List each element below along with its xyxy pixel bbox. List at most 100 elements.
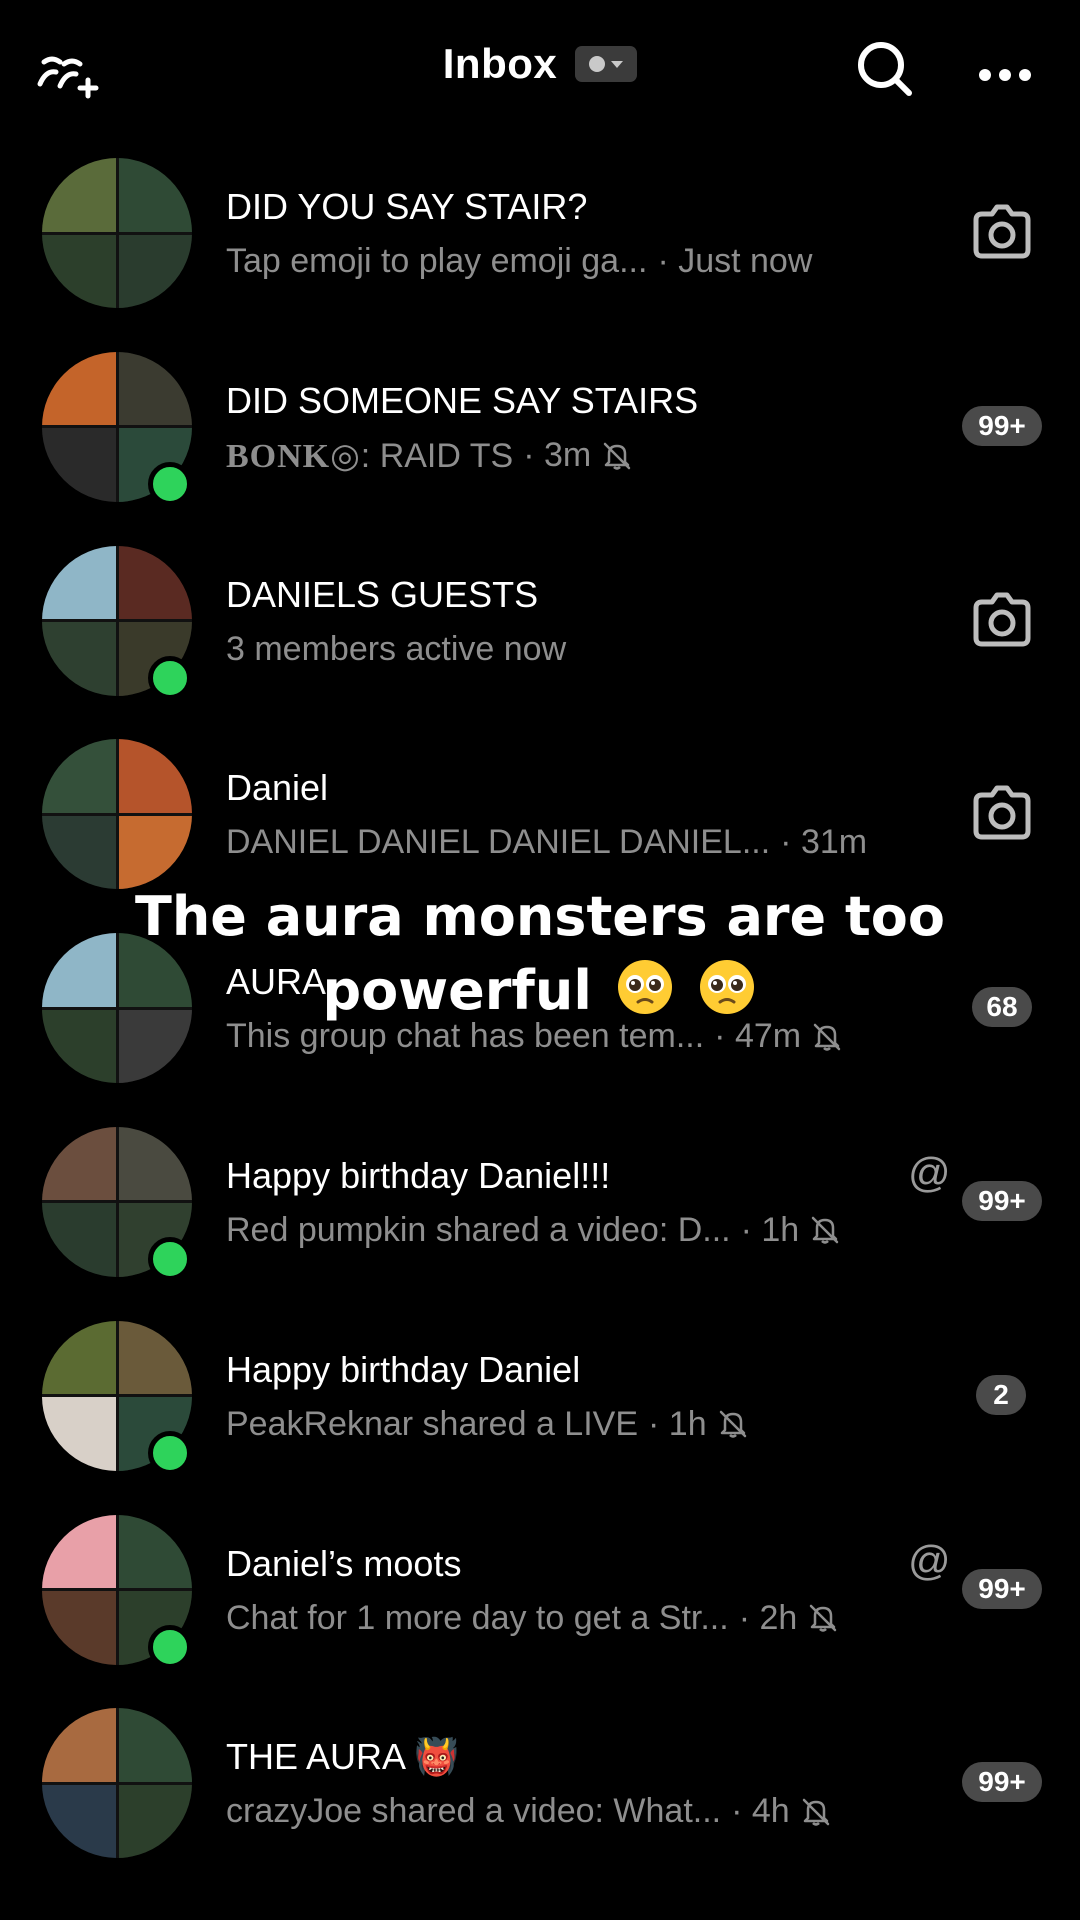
preview-text: 3 members active now — [226, 629, 567, 668]
sender-name: BONK◎ — [226, 437, 361, 475]
camera-icon[interactable] — [970, 590, 1034, 650]
unread-badge: 99+ — [962, 1568, 1042, 1609]
avatar-tile — [118, 815, 192, 890]
avatar-tile — [42, 1203, 116, 1277]
chat-preview: 3 members active now — [226, 630, 566, 669]
unread-badge: 99+ — [962, 1180, 1042, 1221]
caption-line-2-text: powerful — [322, 959, 592, 1022]
avatar-tile — [118, 234, 192, 308]
avatar-tile — [118, 739, 192, 813]
muted-bell-icon — [807, 1602, 839, 1634]
chat-preview: Tap emoji to play emoji ga... · Just now — [226, 242, 812, 281]
unread-badge: 68 — [972, 987, 1032, 1028]
online-status-dot — [148, 1430, 192, 1475]
avatar-tile — [118, 158, 192, 232]
unread-badge: 2 — [976, 1374, 1026, 1415]
group-avatar[interactable] — [42, 739, 192, 890]
chat-row[interactable]: DANIELS GUESTS 3 members active now — [0, 538, 1080, 732]
pleading-face-emoji — [617, 960, 672, 1014]
chat-timestamp: · 1h — [648, 1404, 707, 1443]
overlay-caption: The aura monsters are too powerful — [100, 880, 980, 1028]
avatar-tile — [118, 351, 192, 426]
search-icon[interactable] — [850, 36, 920, 106]
chat-row[interactable]: Daniel’s moots Chat for 1 more day to get… — [0, 1507, 1080, 1701]
unread-badge: 99+ — [962, 405, 1042, 446]
avatar-tile — [42, 428, 116, 502]
muted-bell-icon — [809, 1214, 841, 1246]
avatar-tile — [42, 1126, 116, 1201]
avatar-tile — [118, 1784, 192, 1859]
chat-timestamp: · 4h — [731, 1792, 790, 1831]
avatar-tile — [118, 1320, 192, 1395]
avatar-tile — [42, 158, 116, 232]
avatar-tile — [42, 739, 116, 813]
chat-preview: crazyJoe shared a video: What... · 4h — [226, 1792, 832, 1831]
preview-text: Chat for 1 more day to get a Str... — [226, 1598, 729, 1637]
online-status-dot — [148, 1624, 192, 1669]
preview-text: DANIEL DANIEL DANIEL DANIEL... — [226, 823, 771, 862]
chat-title: DID SOMEONE SAY STAIRS — [226, 379, 699, 421]
chat-title: Daniel — [226, 767, 329, 809]
chat-preview: Chat for 1 more day to get a Str... · 2h — [226, 1599, 839, 1638]
chat-preview: DANIEL DANIEL DANIEL DANIEL... · 31m — [226, 823, 867, 862]
chat-row[interactable]: DID SOMEONE SAY STAIRS BONK◎: RAID TS · 3m… — [0, 344, 1080, 538]
avatar-tile — [42, 234, 116, 308]
caption-line-2: powerful — [100, 954, 980, 1028]
chevron-down-icon — [611, 60, 624, 68]
status-toggle[interactable] — [575, 46, 638, 82]
mention-icon: @ — [908, 1536, 951, 1584]
preview-text: PeakReknar shared a LIVE — [226, 1404, 639, 1443]
avatar-tile — [118, 1126, 192, 1201]
chat-timestamp: · 1h — [740, 1210, 800, 1249]
chat-preview: PeakReknar shared a LIVE · 1h — [226, 1405, 749, 1444]
chat-title: Happy birthday Daniel — [226, 1348, 581, 1390]
avatar-tile — [118, 1708, 192, 1782]
avatar-tile — [42, 1320, 116, 1395]
chat-row[interactable]: DID YOU SAY STAIR? Tap emoji to play emoj… — [0, 150, 1080, 344]
camera-icon[interactable] — [970, 783, 1034, 843]
muted-bell-icon — [601, 440, 633, 472]
pleading-face-emoji — [700, 960, 755, 1014]
chat-timestamp: · 31m — [780, 823, 868, 862]
chat-title: Happy birthday Daniel!!! — [226, 1154, 611, 1196]
avatar-tile — [42, 622, 116, 696]
online-status-dot — [148, 461, 192, 506]
more-dots-icon[interactable] — [970, 40, 1040, 110]
group-avatar[interactable] — [42, 1708, 192, 1859]
muted-bell-icon — [800, 1796, 832, 1828]
mention-icon: @ — [908, 1148, 951, 1196]
chat-timestamp: · 2h — [738, 1598, 798, 1637]
inbox-header: Inbox — [0, 0, 1080, 130]
chat-title: Daniel’s moots — [226, 1542, 462, 1584]
chat-preview: Red pumpkin shared a video: D... · 1h — [226, 1211, 841, 1250]
avatar-tile — [42, 1397, 116, 1471]
avatar-tile — [42, 351, 116, 426]
chat-row[interactable]: THE AURA 👹 crazyJoe shared a video: What.… — [0, 1700, 1080, 1894]
chat-preview: BONK◎: RAID TS · 3m — [226, 436, 633, 476]
avatar-tile — [118, 1514, 192, 1589]
avatar-tile — [42, 1784, 116, 1859]
avatar-tile — [42, 815, 116, 890]
chat-row[interactable]: Happy birthday Daniel PeakReknar shared a… — [0, 1313, 1080, 1507]
avatar-tile — [42, 1708, 116, 1782]
preview-text: Tap emoji to play emoji ga... — [226, 242, 648, 280]
page-title: Inbox — [442, 40, 558, 87]
chat-title: DID YOU SAY STAIR? — [226, 186, 588, 227]
caption-line-1: The aura monsters are too — [135, 885, 945, 948]
chat-row[interactable]: Happy birthday Daniel!!! Red pumpkin shar… — [0, 1119, 1080, 1313]
group-avatar[interactable] — [42, 158, 192, 308]
avatar-tile — [42, 545, 116, 620]
chat-timestamp: · 3m — [523, 436, 592, 475]
preview-text: crazyJoe shared a video: What... — [226, 1792, 722, 1831]
preview-text: Red pumpkin shared a video: D... — [226, 1210, 731, 1249]
camera-icon[interactable] — [970, 202, 1034, 262]
avatar-tile — [42, 1591, 116, 1665]
chat-timestamp: · Just now — [657, 242, 813, 280]
preview-text: : RAID TS — [360, 436, 514, 475]
status-dot-icon — [589, 56, 606, 72]
unread-badge: 99+ — [962, 1762, 1042, 1803]
chat-title: THE AURA 👹 — [226, 1736, 459, 1778]
avatar-tile — [118, 545, 192, 620]
online-status-dot — [148, 655, 192, 700]
muted-bell-icon — [717, 1408, 749, 1440]
